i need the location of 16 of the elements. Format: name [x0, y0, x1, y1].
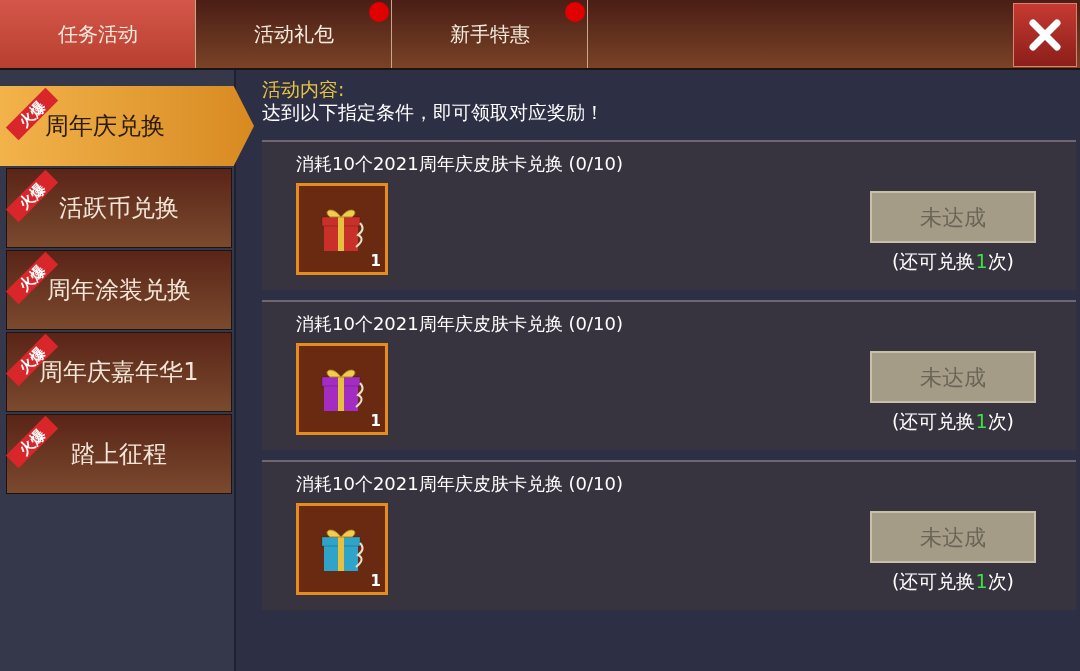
reward-title: 消耗10个2021周年庆皮肤卡兑换 (0/10) — [296, 312, 623, 336]
tab[interactable]: 新手特惠 — [392, 0, 588, 68]
reward-title: 消耗10个2021周年庆皮肤卡兑换 (0/10) — [296, 152, 623, 176]
tab[interactable]: 活动礼包 — [196, 0, 392, 68]
tab[interactable]: 任务活动 — [0, 0, 196, 68]
description: 达到以下指定条件，即可领取对应奖励！ — [262, 100, 605, 124]
item-count: 1 — [370, 250, 381, 272]
remaining-text: (还可兑换1次) — [892, 409, 1014, 434]
section-heading: 活动内容: — [262, 78, 346, 100]
reward-title: 消耗10个2021周年庆皮肤卡兑换 (0/10) — [296, 472, 623, 496]
item-count: 1 — [370, 410, 381, 432]
remaining-text: (还可兑换1次) — [892, 249, 1014, 274]
close-icon — [1028, 18, 1062, 52]
item-count: 1 — [370, 570, 381, 592]
close-button[interactable] — [1013, 3, 1077, 67]
remaining-text: (还可兑换1次) — [892, 569, 1014, 594]
